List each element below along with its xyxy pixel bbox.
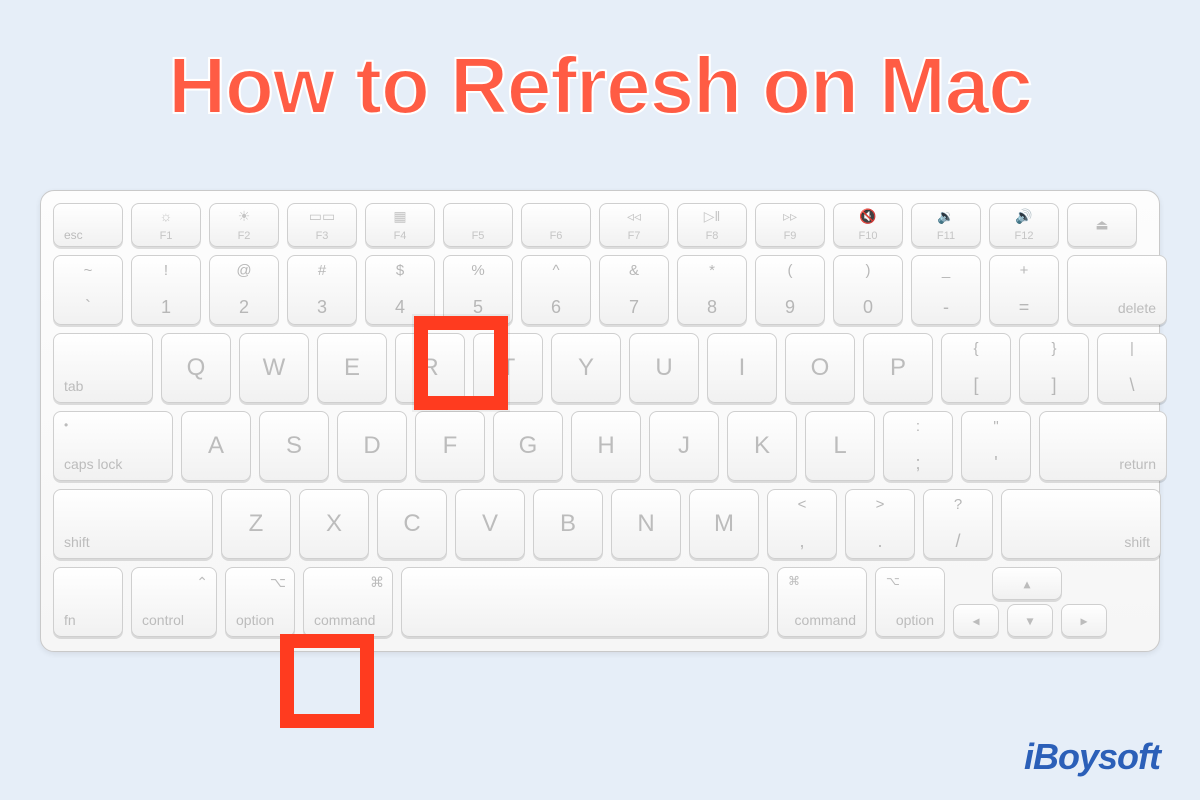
key-9: (9 (755, 255, 825, 325)
key-option-right: ⌥option (875, 567, 945, 637)
key-f5: F5 (443, 203, 513, 247)
key-f4: ▦F4 (365, 203, 435, 247)
page-title: How to Refresh on Mac (0, 0, 1200, 132)
key-minus: _- (911, 255, 981, 325)
key-p: P (863, 333, 933, 403)
key-m: M (689, 489, 759, 559)
key-f6: F6 (521, 203, 591, 247)
key-arrow-down: ▾ (1007, 604, 1053, 637)
key-capslock: •caps lock (53, 411, 173, 481)
key-0: )0 (833, 255, 903, 325)
function-row: esc ☼F1 ☀F2 ▭▭F3 ▦F4 F5 F6 ◃◃F7 ▷ǁF8 ▹▹F… (53, 203, 1147, 247)
key-command-right: ⌘command (777, 567, 867, 637)
key-x: X (299, 489, 369, 559)
key-c: C (377, 489, 447, 559)
key-f8: ▷ǁF8 (677, 203, 747, 247)
key-fn: fn (53, 567, 123, 637)
key-h: H (571, 411, 641, 481)
key-bracket-right: }] (1019, 333, 1089, 403)
key-command-left: ⌘command (303, 567, 393, 637)
key-return: return (1039, 411, 1167, 481)
key-k: K (727, 411, 797, 481)
key-q: Q (161, 333, 231, 403)
key-f12: 🔊F12 (989, 203, 1059, 247)
key-n: N (611, 489, 681, 559)
key-f10: 🔇F10 (833, 203, 903, 247)
key-shift-left: shift (53, 489, 213, 559)
key-l: L (805, 411, 875, 481)
mac-keyboard: esc ☼F1 ☀F2 ▭▭F3 ▦F4 F5 F6 ◃◃F7 ▷ǁF8 ▹▹F… (40, 190, 1160, 652)
key-z: Z (221, 489, 291, 559)
key-shift-right: shift (1001, 489, 1161, 559)
key-8: *8 (677, 255, 747, 325)
key-g: G (493, 411, 563, 481)
key-j: J (649, 411, 719, 481)
key-option-left: ⌥option (225, 567, 295, 637)
arrow-cluster: ▴ ◂ ▾ ▸ (953, 567, 1101, 637)
key-apostrophe: "' (961, 411, 1031, 481)
key-f1: ☼F1 (131, 203, 201, 247)
key-esc: esc (53, 203, 123, 247)
bottom-row: fn ⌃control ⌥option ⌘command ⌘command ⌥o… (53, 567, 1147, 637)
key-1: !1 (131, 255, 201, 325)
key-2: @2 (209, 255, 279, 325)
key-f9: ▹▹F9 (755, 203, 825, 247)
key-s: S (259, 411, 329, 481)
key-semicolon: :; (883, 411, 953, 481)
key-f11: 🔉F11 (911, 203, 981, 247)
asdf-row: •caps lock A S D F G H J K L :; "' retur… (53, 411, 1147, 481)
key-bracket-left: {[ (941, 333, 1011, 403)
key-4: $4 (365, 255, 435, 325)
zxcv-row: shift Z X C V B N M <, >. ?/ shift (53, 489, 1147, 559)
key-delete: delete (1067, 255, 1167, 325)
key-backslash: |\ (1097, 333, 1167, 403)
key-space (401, 567, 769, 637)
key-i: I (707, 333, 777, 403)
key-f7: ◃◃F7 (599, 203, 669, 247)
key-f: F (415, 411, 485, 481)
key-7: &7 (599, 255, 669, 325)
key-t: T (473, 333, 543, 403)
key-5: %5 (443, 255, 513, 325)
key-e: E (317, 333, 387, 403)
key-y: Y (551, 333, 621, 403)
key-arrow-up: ▴ (992, 567, 1062, 600)
brand-logo: iBoysoft (1024, 736, 1160, 778)
key-d: D (337, 411, 407, 481)
key-period: >. (845, 489, 915, 559)
key-u: U (629, 333, 699, 403)
key-arrow-right: ▸ (1061, 604, 1107, 637)
key-6: ^6 (521, 255, 591, 325)
key-v: V (455, 489, 525, 559)
key-equals: += (989, 255, 1059, 325)
key-arrow-left: ◂ (953, 604, 999, 637)
key-a: A (181, 411, 251, 481)
key-f2: ☀F2 (209, 203, 279, 247)
qwerty-row: tab Q W E R T Y U I O P {[ }] |\ (53, 333, 1147, 403)
key-3: #3 (287, 255, 357, 325)
key-w: W (239, 333, 309, 403)
key-eject: ⏏ (1067, 203, 1137, 247)
key-backtick: ~` (53, 255, 123, 325)
key-f3: ▭▭F3 (287, 203, 357, 247)
key-slash: ?/ (923, 489, 993, 559)
key-comma: <, (767, 489, 837, 559)
number-row: ~` !1 @2 #3 $4 %5 ^6 &7 *8 (9 )0 _- += d… (53, 255, 1147, 325)
key-b: B (533, 489, 603, 559)
key-r: R (395, 333, 465, 403)
key-o: O (785, 333, 855, 403)
key-control: ⌃control (131, 567, 217, 637)
key-tab: tab (53, 333, 153, 403)
